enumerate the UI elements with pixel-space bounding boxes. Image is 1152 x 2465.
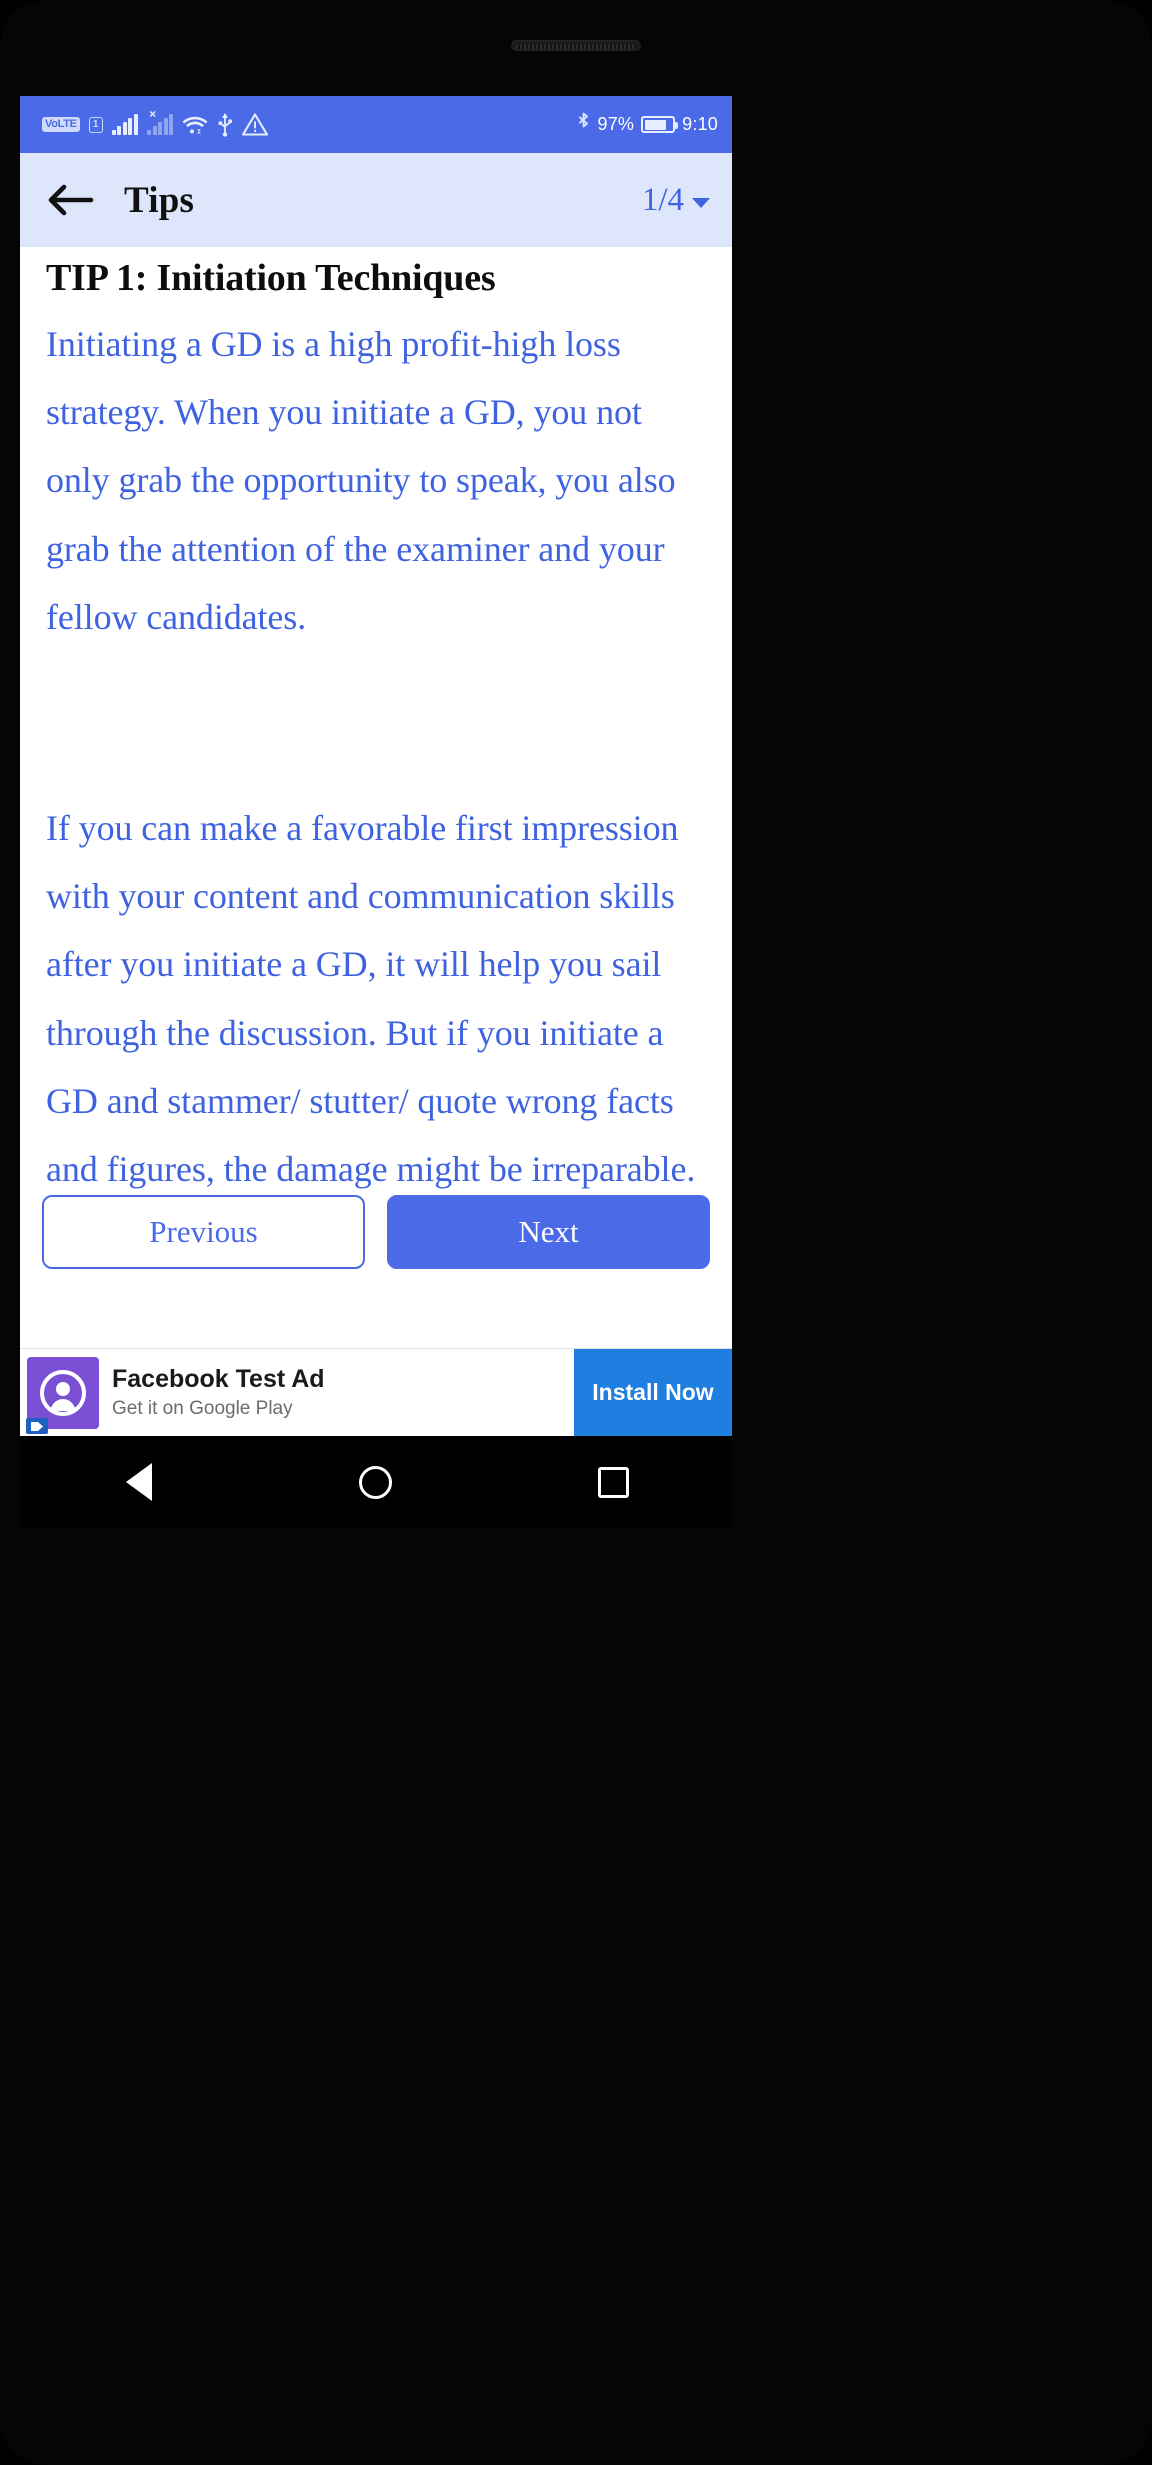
status-bar: VoLTE 1 × 97% 9:10 [20,96,732,153]
ad-install-button[interactable]: Install Now [574,1349,732,1436]
ad-text-block: Facebook Test Ad Get it on Google Play [106,1349,574,1436]
signal-bars-no-service-icon: × [147,108,174,135]
ad-icon-wrapper [20,1349,106,1436]
volte-badge: VoLTE [42,117,80,132]
page-indicator-label: 1/4 [641,181,684,218]
sim-indicator-icon: 1 [88,116,103,133]
nav-home-circle-icon [359,1465,393,1499]
status-bar-right-icons: 97% 9:10 [576,112,718,137]
usb-icon [217,112,233,137]
ad-banner[interactable]: Facebook Test Ad Get it on Google Play I… [20,1348,732,1436]
device-body: VoLTE 1 × 97% 9:10 Tips 1/4 TIP 1: Initi… [0,0,1152,2465]
page-title: Tips [124,179,195,221]
tip-paragraph-2: If you can make a favorable first impres… [46,807,696,1190]
nav-recents-button[interactable] [578,1451,648,1513]
battery-icon [641,116,679,133]
earpiece-speaker [511,40,641,51]
previous-button[interactable]: Previous [42,1195,365,1269]
nav-home-button[interactable] [341,1451,411,1513]
signal-bars-icon [111,113,139,135]
chevron-down-icon [692,198,710,208]
back-arrow-icon[interactable] [46,180,94,220]
clock-label: 9:10 [682,114,718,134]
nav-back-triangle-icon [125,1463,152,1501]
ad-subtitle: Get it on Google Play [112,1397,293,1419]
warning-triangle-icon [242,113,269,136]
battery-percent-label: 97% [597,114,635,134]
android-navigation-bar [20,1436,732,1528]
ad-title: Facebook Test Ad [112,1365,325,1394]
status-bar-left-icons: VoLTE 1 × [42,108,269,137]
phone-frame: VoLTE 1 × 97% 9:10 Tips 1/4 TIP 1: Initi… [0,0,1152,2465]
tip-paragraph-1: Initiating a GD is a high profit-high lo… [46,323,676,638]
next-button[interactable]: Next [387,1195,710,1269]
adchoices-icon[interactable] [26,1418,48,1434]
navigation-button-row: Previous Next [20,1195,732,1287]
nav-back-button[interactable] [104,1451,174,1513]
phone-screen: VoLTE 1 × 97% 9:10 Tips 1/4 TIP 1: Initi… [20,96,732,1436]
tip-content-area: TIP 1: Initiation Techniques Initiating … [20,247,732,1287]
app-bar: Tips 1/4 [20,153,732,247]
bluetooth-icon [576,112,591,137]
nav-recents-square-icon [597,1466,629,1498]
page-indicator-dropdown[interactable]: 1/4 [642,182,710,219]
tip-heading: TIP 1: Initiation Techniques [46,257,496,299]
wifi-icon [182,115,208,135]
